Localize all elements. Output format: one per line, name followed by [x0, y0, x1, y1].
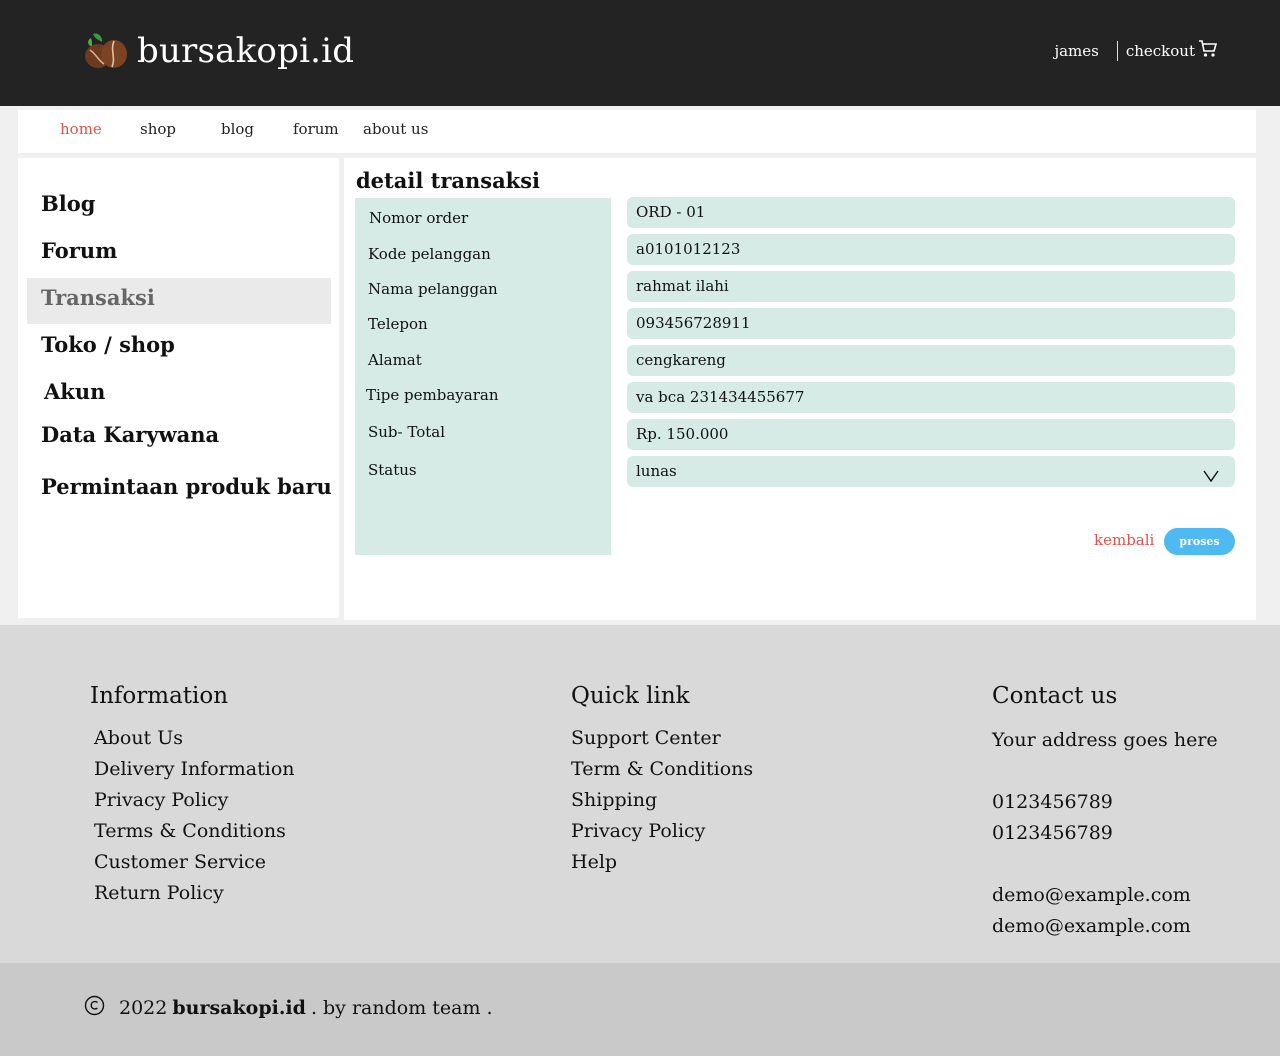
copyright-suffix: . by random team .	[310, 997, 493, 1019]
status-selected-value: lunas	[636, 462, 677, 480]
label-telepon: Telepon	[368, 315, 428, 333]
footer-link-delivery-information[interactable]: Delivery Information	[94, 758, 295, 780]
nav-blog[interactable]: blog	[221, 120, 254, 138]
label-tipe-pembayaran: Tipe pembayaran	[366, 386, 499, 404]
field-sub-total[interactable]: Rp. 150.000	[627, 419, 1235, 450]
footer-link-privacy-policy[interactable]: Privacy Policy	[94, 789, 228, 811]
copyright-year: 2022	[119, 997, 168, 1019]
field-telepon[interactable]: 093456728911	[627, 308, 1235, 339]
copyright-text: 2022 bursakopi.id . by random team .	[84, 995, 493, 1021]
contact-address: Your address goes here	[992, 729, 1218, 751]
contact-email[interactable]: demo@example.com	[992, 915, 1191, 937]
back-button[interactable]: kembali	[1094, 531, 1154, 549]
checkout-label: checkout	[1125, 42, 1195, 60]
contact-email[interactable]: demo@example.com	[992, 884, 1191, 906]
cart-icon	[1198, 40, 1218, 62]
footer-link-terms-conditions[interactable]: Terms & Conditions	[94, 820, 286, 842]
label-kode-pelanggan: Kode pelanggan	[368, 245, 491, 263]
field-tipe-pembayaran[interactable]: va bca 231434455677	[627, 382, 1235, 413]
brand-name: bursakopi.id	[137, 31, 355, 71]
footer-link-term-conditions[interactable]: Term & Conditions	[571, 758, 753, 780]
transaction-detail-panel: detail transaksi Nomor order Kode pelang…	[344, 158, 1256, 620]
nav-forum[interactable]: forum	[293, 120, 339, 138]
copyright-bar: 2022 bursakopi.id . by random team .	[0, 963, 1280, 1056]
sidebar-item-forum[interactable]: Forum	[41, 238, 117, 263]
contact-phone: 0123456789	[992, 822, 1113, 844]
nav-home[interactable]: home	[60, 120, 102, 138]
label-nama-pelanggan: Nama pelanggan	[368, 280, 498, 298]
contact-phone: 0123456789	[992, 791, 1113, 813]
sidebar-item-data-karyawan[interactable]: Data Karywana	[41, 422, 219, 447]
footer-quicklink-title: Quick link	[571, 683, 690, 709]
chevron-down-icon	[1203, 463, 1219, 494]
footer-link-help[interactable]: Help	[571, 851, 617, 873]
label-nomor-order: Nomor order	[369, 209, 469, 227]
brand-logo[interactable]: bursakopi.id	[83, 30, 354, 72]
field-alamat[interactable]: cengkareng	[627, 345, 1235, 376]
process-button[interactable]: proses	[1164, 528, 1235, 555]
coffee-bean-icon	[83, 30, 129, 72]
checkout-link[interactable]: checkout	[1126, 40, 1218, 62]
field-nomor-order[interactable]: ORD - 01	[627, 197, 1235, 228]
field-kode-pelanggan[interactable]: a0101012123	[627, 234, 1235, 265]
page-title: detail transaksi	[356, 168, 541, 193]
status-select[interactable]: lunas	[627, 456, 1235, 487]
sidebar-item-toko-shop[interactable]: Toko / shop	[41, 332, 175, 357]
footer-link-about-us[interactable]: About Us	[94, 727, 183, 749]
user-area: james checkout	[1054, 40, 1218, 62]
footer-link-return-policy[interactable]: Return Policy	[94, 882, 224, 904]
footer-link-shipping[interactable]: Shipping	[571, 789, 657, 811]
footer-link-support-center[interactable]: Support Center	[571, 727, 721, 749]
footer-information-title: Information	[90, 683, 229, 709]
nav-about-us[interactable]: about us	[363, 120, 428, 138]
user-name-link[interactable]: james	[1054, 42, 1098, 60]
sidebar-item-blog[interactable]: Blog	[41, 191, 95, 216]
field-nama-pelanggan[interactable]: rahmat ilahi	[627, 271, 1235, 302]
footer-link-privacy-policy-2[interactable]: Privacy Policy	[571, 820, 705, 842]
top-header: bursakopi.id james checkout	[0, 0, 1280, 106]
sidebar: Blog Forum Transaksi Toko / shop Akun Da…	[18, 158, 339, 618]
header-divider	[1116, 41, 1118, 61]
label-alamat: Alamat	[368, 351, 422, 369]
footer-link-customer-service[interactable]: Customer Service	[94, 851, 266, 873]
footer-contact-title: Contact us	[992, 683, 1118, 709]
copyright-brand: bursakopi.id	[172, 997, 306, 1019]
copyright-icon	[84, 995, 105, 1021]
label-sub-total: Sub- Total	[368, 423, 446, 441]
label-status: Status	[368, 461, 417, 479]
nav-shop[interactable]: shop	[140, 120, 176, 138]
footer: Information About Us Delivery Informatio…	[0, 625, 1280, 963]
main-nav: home shop blog forum about us	[18, 110, 1256, 153]
sidebar-item-permintaan-produk[interactable]: Permintaan produk baru	[41, 474, 332, 499]
sidebar-item-transaksi[interactable]: Transaksi	[41, 285, 155, 310]
sidebar-item-akun[interactable]: Akun	[44, 379, 105, 404]
